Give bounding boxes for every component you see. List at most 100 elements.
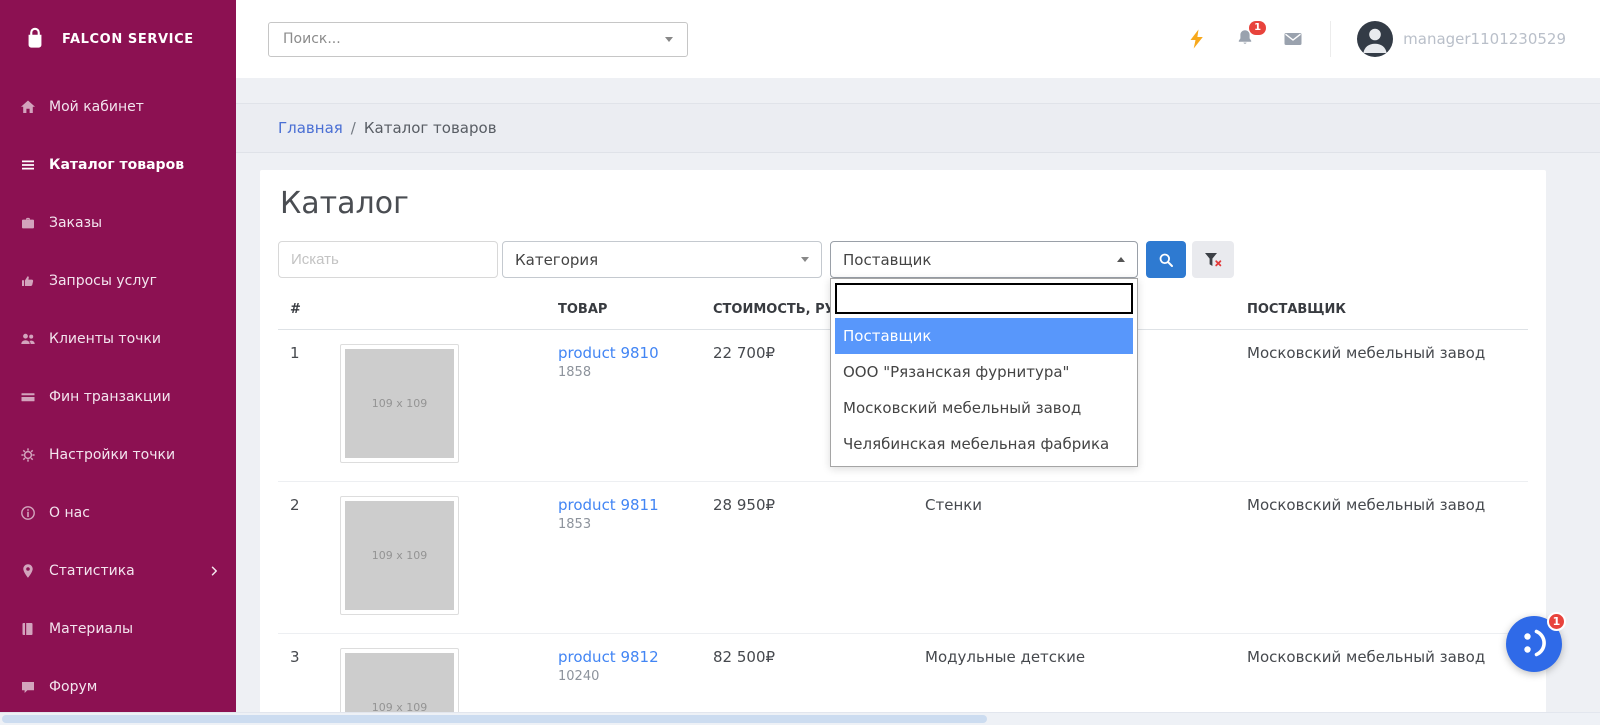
apply-filters-button[interactable]	[1146, 241, 1186, 278]
messages-envelope-icon[interactable]	[1282, 28, 1304, 50]
sidebar-nav: Мой кабинет Каталог товаров Заказы Запро…	[0, 78, 236, 716]
page-title: Каталог	[280, 186, 1528, 221]
sidebar-item-service-requests[interactable]: Запросы услуг	[0, 252, 236, 310]
sidebar-item-label: Форум	[49, 679, 97, 695]
sidebar-item-my-cabinet[interactable]: Мой кабинет	[0, 78, 236, 136]
category-select-value: Категория	[515, 251, 598, 269]
horizontal-scrollbar-thumb[interactable]	[2, 715, 987, 723]
sidebar-item-label: Фин транзакции	[49, 389, 171, 405]
product-image[interactable]: 109 x 109	[340, 344, 459, 463]
sidebar-item-point-clients[interactable]: Клиенты точки	[0, 310, 236, 368]
clear-filters-button[interactable]	[1192, 241, 1234, 278]
product-supplier: Московский мебельный завод	[1235, 330, 1528, 482]
row-num: 1	[278, 330, 328, 482]
sidebar-item-about[interactable]: О нас	[0, 484, 236, 542]
filter-clear-icon	[1204, 252, 1222, 268]
sidebar-item-label: Материалы	[49, 621, 133, 637]
sidebar-item-label: Настройки точки	[49, 447, 175, 463]
horizontal-scrollbar[interactable]	[0, 712, 1600, 725]
book-icon	[20, 621, 36, 637]
sidebar-item-orders[interactable]: Заказы	[0, 194, 236, 252]
sidebar-item-materials[interactable]: Материалы	[0, 600, 236, 658]
global-search-placeholder: Поиск...	[283, 31, 341, 47]
brand[interactable]: FALCON SERVICE	[0, 0, 236, 78]
chevron-up-icon	[1117, 257, 1125, 262]
breadcrumb: Главная / Каталог товаров	[236, 103, 1600, 153]
hand-icon	[20, 273, 36, 289]
topbar-divider	[1330, 21, 1331, 57]
table-row: 2 109 x 109 product 98111853 28 950₽ Сте…	[278, 482, 1528, 634]
chat-widget-badge: 1	[1547, 612, 1566, 631]
column-header-supplier: ПОСТАВЩИК	[1235, 290, 1528, 330]
sidebar-item-catalog[interactable]: Каталог товаров	[0, 136, 236, 194]
image-placeholder: 109 x 109	[345, 349, 454, 458]
topbar: Поиск... 1 manager1101230529	[236, 0, 1600, 78]
dropdown-option[interactable]: ООО "Рязанская фурнитура"	[835, 354, 1133, 390]
column-header-image	[328, 290, 546, 330]
image-placeholder: 109 x 109	[345, 501, 454, 610]
user-menu[interactable]: manager1101230529	[1357, 21, 1566, 57]
users-icon	[20, 331, 36, 347]
product-link[interactable]: product 9812	[558, 648, 659, 666]
shopping-bag-icon	[20, 24, 50, 54]
info-icon	[20, 505, 36, 521]
column-header-num: #	[278, 290, 328, 330]
sidebar-item-label: Каталог товаров	[49, 157, 184, 173]
pin-icon	[20, 563, 36, 579]
sidebar-item-label: Клиенты точки	[49, 331, 161, 347]
main-content: Главная / Каталог товаров Каталог Катего…	[236, 78, 1600, 725]
catalog-card: Каталог Категория Поставщик Поставщи	[260, 170, 1546, 725]
credit-card-icon	[20, 389, 36, 405]
product-link[interactable]: product 9810	[558, 344, 659, 362]
chat-widget-button[interactable]: 1	[1506, 616, 1562, 672]
sidebar-item-label: Мой кабинет	[49, 99, 144, 115]
dropdown-option[interactable]: Московский мебельный завод	[835, 390, 1133, 426]
supplier-dropdown-options: Поставщик ООО "Рязанская фурнитура" Моск…	[835, 318, 1133, 462]
search-icon	[1158, 252, 1174, 268]
product-link[interactable]: product 9811	[558, 496, 659, 514]
column-header-product: ТОВАР	[546, 290, 701, 330]
sidebar-item-fin-transactions[interactable]: Фин транзакции	[0, 368, 236, 426]
supplier-dropdown-search-input[interactable]	[835, 283, 1133, 314]
breadcrumb-current: Каталог товаров	[364, 119, 497, 137]
sidebar-item-forum[interactable]: Форум	[0, 658, 236, 716]
dropdown-option[interactable]: Поставщик	[835, 318, 1133, 354]
username: manager1101230529	[1403, 30, 1566, 48]
product-code: 10240	[558, 669, 689, 684]
notifications-bell-icon[interactable]: 1	[1234, 28, 1256, 50]
topbar-actions: 1 manager1101230529	[1186, 21, 1600, 57]
catalog-filters: Категория Поставщик Поставщик ООО "Рязан…	[278, 241, 1528, 278]
product-code: 1858	[558, 365, 689, 380]
breadcrumb-separator: /	[351, 119, 356, 137]
category-select[interactable]: Категория	[502, 241, 822, 278]
sidebar-item-label: Статистика	[49, 563, 135, 579]
product-code: 1853	[558, 517, 689, 532]
supplier-select-value: Поставщик	[843, 251, 931, 269]
chevron-down-icon	[801, 257, 809, 262]
sidebar-item-point-settings[interactable]: Настройки точки	[0, 426, 236, 484]
breadcrumb-home-link[interactable]: Главная	[278, 119, 343, 137]
dropdown-option[interactable]: Челябинская мебельная фабрика	[835, 426, 1133, 462]
briefcase-icon	[20, 215, 36, 231]
supplier-dropdown: Поставщик ООО "Рязанская фурнитура" Моск…	[830, 278, 1138, 467]
lightning-icon[interactable]	[1186, 28, 1208, 50]
brand-name: FALCON SERVICE	[62, 32, 194, 47]
notifications-badge: 1	[1249, 21, 1266, 35]
chat-bubble-icon	[20, 679, 36, 695]
home-icon	[20, 99, 36, 115]
sidebar-item-label: Заказы	[49, 215, 102, 231]
supplier-select[interactable]: Поставщик	[830, 241, 1138, 278]
sidebar-item-label: О нас	[49, 505, 90, 521]
chevron-down-icon	[665, 37, 673, 42]
product-supplier: Московский мебельный завод	[1235, 482, 1528, 634]
catalog-search-input[interactable]	[278, 241, 498, 278]
sidebar-item-statistics[interactable]: Статистика	[0, 542, 236, 600]
chevron-right-icon	[208, 565, 220, 577]
sidebar: FALCON SERVICE Мой кабинет Каталог товар…	[0, 0, 236, 725]
product-price: 28 950₽	[701, 482, 913, 634]
gear-icon	[20, 447, 36, 463]
product-category: Стенки	[913, 482, 1235, 634]
global-search-select[interactable]: Поиск...	[268, 22, 688, 57]
product-image[interactable]: 109 x 109	[340, 496, 459, 615]
avatar	[1357, 21, 1393, 57]
